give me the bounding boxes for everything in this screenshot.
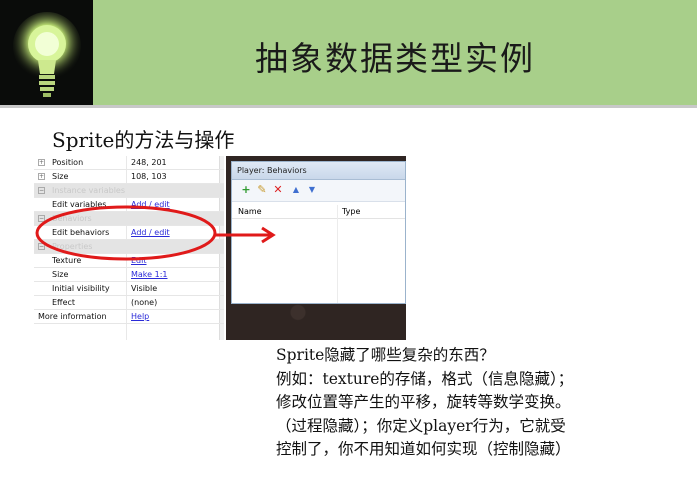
collapse-icon[interactable]: − xyxy=(38,243,45,250)
slide-subtitle: Sprite的方法与操作 xyxy=(52,128,235,152)
edit-icon[interactable]: ✎ xyxy=(256,184,268,196)
header-divider xyxy=(0,105,697,108)
property-row[interactable]: More information Help xyxy=(34,310,224,324)
property-row[interactable]: Initial visibility Visible xyxy=(34,282,224,296)
column-type[interactable]: Type xyxy=(342,205,360,219)
text-line: Sprite隐藏了哪些复杂的东西？ xyxy=(276,346,495,364)
edit-variables-link[interactable]: Add / edit xyxy=(131,198,170,212)
property-name: More information xyxy=(38,312,107,321)
property-name: Size xyxy=(52,270,69,279)
add-icon[interactable]: + xyxy=(240,184,252,196)
text-line: （过程隐藏）；你定义player行为，它就受 xyxy=(276,416,566,435)
property-row[interactable]: Edit variables Add / edit xyxy=(34,198,224,212)
expand-icon[interactable]: + xyxy=(38,159,45,166)
section-header[interactable]: − Behaviors xyxy=(34,212,224,226)
section-label: Behaviors xyxy=(52,214,92,223)
collapse-icon[interactable]: − xyxy=(38,187,45,194)
text-line: 修改位置等产生的平移，旋转等数学变换。 xyxy=(276,393,571,411)
column-divider xyxy=(337,205,338,303)
property-name: Edit behaviors xyxy=(52,228,110,237)
section-header[interactable]: − Properties xyxy=(34,240,224,254)
property-name: Effect xyxy=(52,298,76,307)
edit-behaviors-link[interactable]: Add / edit xyxy=(131,226,170,240)
section-label: Instance variables xyxy=(52,186,126,195)
help-link[interactable]: Help xyxy=(131,310,149,324)
move-down-icon[interactable]: ▼ xyxy=(306,184,318,196)
section-header[interactable]: − Instance variables xyxy=(34,184,224,198)
expand-icon[interactable]: + xyxy=(38,173,45,180)
property-row[interactable]: + Size 108, 103 xyxy=(34,170,224,184)
explanation-text: Sprite隐藏了哪些复杂的东西？ 例如：texture的存储，格式（信息隐藏）… xyxy=(276,344,573,462)
lightbulb-icon xyxy=(13,12,81,97)
property-value[interactable]: 248, 201 xyxy=(131,156,167,170)
dialog-title[interactable]: Player: Behaviors xyxy=(232,162,405,180)
texture-edit-link[interactable]: Edit xyxy=(131,254,147,268)
behaviors-dialog: Player: Behaviors + ✎ ✕ ▲ ▼ Name Type xyxy=(231,161,406,304)
property-value[interactable]: Visible xyxy=(131,282,157,296)
behaviors-list-header: Name Type xyxy=(232,205,405,219)
property-row[interactable]: + Position 248, 201 xyxy=(34,156,224,170)
property-name: Edit variables xyxy=(52,200,107,209)
collapse-icon[interactable]: − xyxy=(38,215,45,222)
section-label: Properties xyxy=(52,242,93,251)
slide-title: 抽象数据类型实例 xyxy=(255,39,535,78)
properties-panel: + Position 248, 201 + Size 108, 103 − In… xyxy=(34,156,224,340)
property-name: Initial visibility xyxy=(52,284,110,293)
property-name: Texture xyxy=(52,256,82,265)
delete-icon[interactable]: ✕ xyxy=(272,184,284,196)
property-row[interactable]: Effect (none) xyxy=(34,296,224,310)
move-up-icon[interactable]: ▲ xyxy=(290,184,302,196)
property-value[interactable]: (none) xyxy=(131,296,157,310)
property-name: Size xyxy=(52,172,69,181)
property-value[interactable]: 108, 103 xyxy=(131,170,167,184)
dialog-toolbar: + ✎ ✕ ▲ ▼ xyxy=(232,180,405,202)
property-name: Position xyxy=(52,158,84,167)
text-line: 例如：texture的存储，格式（信息隐藏）； xyxy=(276,369,574,388)
column-name[interactable]: Name xyxy=(238,205,262,219)
make-1-1-link[interactable]: Make 1:1 xyxy=(131,268,168,282)
property-row[interactable]: Edit behaviors Add / edit xyxy=(34,226,224,240)
text-line: 控制了，你不用知道如何实现（控制隐藏） xyxy=(276,440,571,458)
property-row[interactable]: Size Make 1:1 xyxy=(34,268,224,282)
property-row[interactable]: Texture Edit xyxy=(34,254,224,268)
